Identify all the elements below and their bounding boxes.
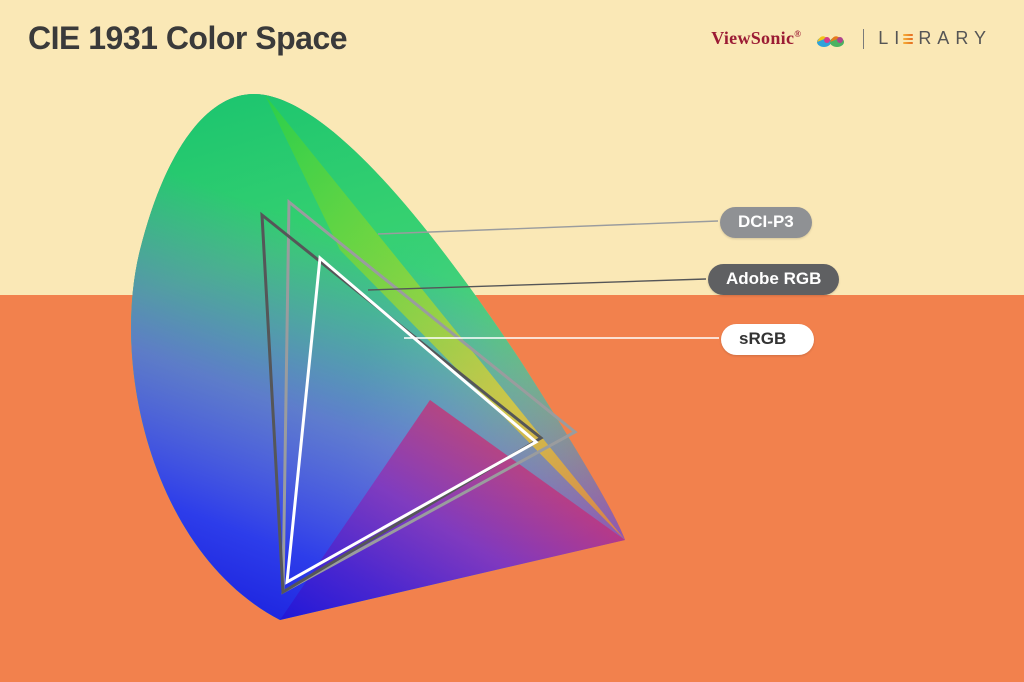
spectral-locus-fill	[60, 40, 700, 680]
diagram-canvas: CIE 1931 Color Space ViewSonic® LI RARY	[0, 0, 1024, 682]
leader-dci-p3	[378, 221, 718, 234]
label-srgb: sRGB	[721, 324, 814, 355]
chromaticity-diagram	[0, 0, 1024, 682]
label-adobe-rgb: Adobe RGB	[708, 264, 839, 295]
label-dci-p3: DCI-P3	[720, 207, 812, 238]
